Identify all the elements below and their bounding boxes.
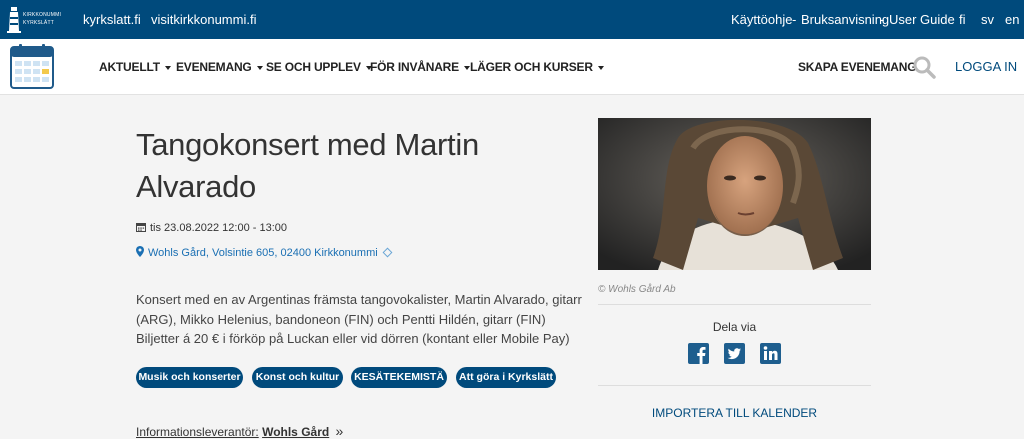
event-location-text: Wohls Gård, Volsintie 605, 02400 Kirkkon… <box>148 247 378 259</box>
info-provider-link[interactable]: Wohls Gård <box>262 425 329 439</box>
tag-konst-och-kultur[interactable]: Konst och kultur <box>252 367 343 388</box>
guide-link-fi[interactable]: Käyttöohje <box>731 12 792 27</box>
logo-text-sv: KYRKSLÄTT <box>23 20 54 26</box>
double-chevron-right-icon: » <box>335 423 344 439</box>
divider <box>598 304 871 305</box>
nav-evenemang-label: EVENEMANG <box>176 60 252 74</box>
lang-sv-link[interactable]: sv <box>981 12 994 27</box>
info-provider-label: Informationsleverantör: <box>136 425 259 439</box>
linkedin-icon[interactable] <box>760 343 781 364</box>
caret-down-icon <box>164 65 171 70</box>
nav-se-och-upplev[interactable]: SE OCH UPPLEV <box>266 60 372 74</box>
logo-text-fi: KIRKKONUMMI <box>23 12 62 18</box>
import-calendar-link[interactable]: IMPORTERA TILL KALENDER <box>598 406 871 420</box>
facebook-icon[interactable] <box>688 343 709 364</box>
caret-down-icon <box>256 65 263 70</box>
visitkirkkonummi-link[interactable]: visitkirkkonummi.fi <box>151 12 256 27</box>
lighthouse-icon <box>7 7 21 33</box>
description-line: Biljetter á 20 € i förköp på Luckan elle… <box>136 331 570 346</box>
description-line: Konsert med en av Argentinas främsta tan… <box>136 292 582 307</box>
event-photo <box>598 118 871 270</box>
nav-for-invanare-label: FÖR INVÅNARE <box>370 60 459 74</box>
nav-lager-och-kurser[interactable]: LÄGER OCH KURSER <box>470 60 604 74</box>
calendar-logo-icon[interactable] <box>10 43 54 89</box>
description-line: (ARG), Mikko Helenius, bandoneon (FIN) o… <box>136 311 546 327</box>
divider <box>598 385 871 386</box>
login-link[interactable]: LOGGA IN <box>955 59 1017 74</box>
tag-musik-och-konserter[interactable]: Musik och konserter <box>136 367 243 388</box>
nav-lager-och-kurser-label: LÄGER OCH KURSER <box>470 60 593 74</box>
tag-att-gora-i-kyrkslatt[interactable]: Att göra i Kyrkslätt <box>456 367 556 388</box>
map-pin-icon <box>136 246 144 257</box>
nav-aktuellt-label: AKTUELLT <box>99 60 160 74</box>
guide-separator: - <box>792 12 797 27</box>
guide-separator: - <box>880 12 885 27</box>
search-icon[interactable] <box>912 55 936 79</box>
kirkkonummi-logo[interactable]: KIRKKONUMMI KYRKSLÄTT <box>6 4 62 34</box>
create-event-link[interactable]: SKAPA EVENEMANG <box>798 60 917 74</box>
nav-se-och-upplev-label: SE OCH UPPLEV <box>266 60 361 74</box>
directions-icon[interactable] <box>382 247 393 258</box>
event-description: Konsert med en av Argentinas främsta tan… <box>136 290 586 349</box>
information-provider: Informationsleverantör: Wohls Gård » <box>136 423 343 439</box>
share-label: Dela via <box>712 320 757 334</box>
top-bar: KIRKKONUMMI KYRKSLÄTT kyrkslatt.fi visit… <box>0 0 1024 39</box>
guide-link-en[interactable]: User Guide <box>889 12 955 27</box>
twitter-icon[interactable] <box>724 343 745 364</box>
nav-evenemang[interactable]: EVENEMANG <box>176 60 263 74</box>
event-photo-image <box>598 118 871 270</box>
caret-down-icon <box>597 65 604 70</box>
event-title: Tangokonsert med Martin Alvarado <box>136 127 479 204</box>
calendar-icon <box>136 223 146 232</box>
tag-kesatekemista[interactable]: KESÄTEKEMISTÄ <box>351 367 447 388</box>
photo-credit: © Wohls Gård Ab <box>598 284 676 295</box>
main-nav: AKTUELLT EVENEMANG SE OCH UPPLEV FÖR INV… <box>0 39 1024 95</box>
event-date-text: tis 23.08.2022 12:00 - 13:00 <box>150 222 287 234</box>
kyrkslatt-link[interactable]: kyrkslatt.fi <box>83 12 141 27</box>
nav-aktuellt[interactable]: AKTUELLT <box>99 60 171 74</box>
event-date: tis 23.08.2022 12:00 - 13:00 <box>136 222 287 234</box>
lang-fi-link[interactable]: fi <box>959 12 966 27</box>
event-location[interactable]: Wohls Gård, Volsintie 605, 02400 Kirkkon… <box>136 246 393 259</box>
nav-for-invanare[interactable]: FÖR INVÅNARE <box>370 60 470 74</box>
lang-en-link[interactable]: en <box>1005 12 1019 27</box>
guide-link-sv[interactable]: Bruksanvisning <box>801 12 889 27</box>
